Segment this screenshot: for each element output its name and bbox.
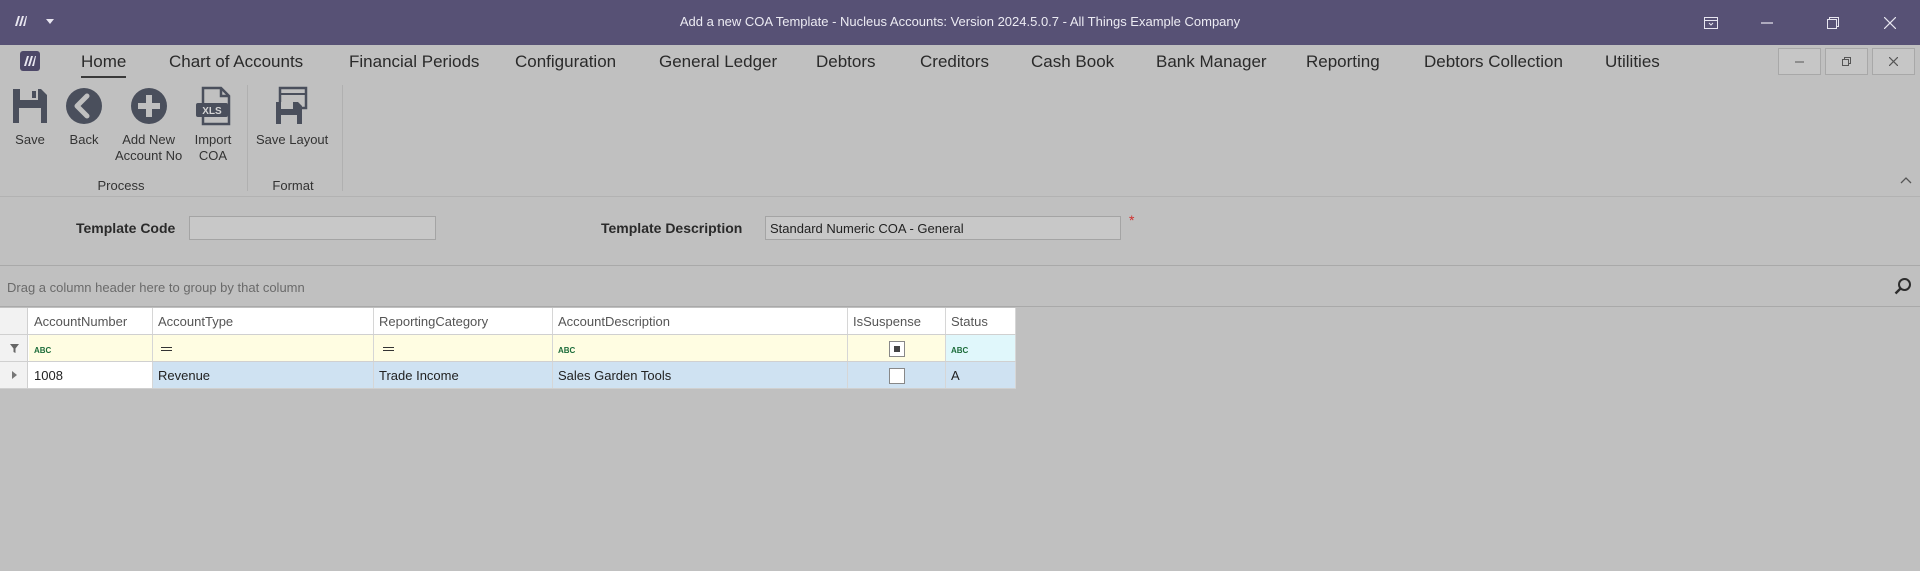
- ribbon-display-icon: [1704, 16, 1718, 29]
- cell-reporting-category[interactable]: Trade Income: [374, 362, 553, 388]
- window-title: Add a new COA Template - Nucleus Account…: [679, 14, 1241, 29]
- template-form: Template Code Template Description *: [0, 198, 1920, 266]
- tab-configuration[interactable]: Configuration: [515, 52, 616, 72]
- filter-equals-icon: [161, 347, 172, 351]
- app-menu-logo-icon[interactable]: [20, 51, 40, 71]
- filter-account-description[interactable]: ABC: [553, 335, 848, 361]
- filter-is-suspense[interactable]: [848, 335, 946, 361]
- is-suspense-checkbox[interactable]: [889, 368, 905, 384]
- title-bar: Add a new COA Template - Nucleus Account…: [0, 0, 1920, 45]
- xls-badge-text: XLS: [202, 106, 222, 117]
- column-header-reporting-category[interactable]: ReportingCategory: [374, 308, 553, 334]
- restore-icon: [1842, 57, 1851, 66]
- minimize-icon: [1795, 61, 1804, 62]
- grid-header-row: AccountNumber AccountType ReportingCateg…: [0, 308, 1016, 335]
- tab-reporting[interactable]: Reporting: [1306, 52, 1380, 72]
- tab-cash-book[interactable]: Cash Book: [1031, 52, 1114, 72]
- column-header-status[interactable]: Status: [946, 308, 1016, 334]
- filter-icon: [10, 344, 19, 353]
- column-header-account-type[interactable]: AccountType: [153, 308, 374, 334]
- cell-account-type[interactable]: Revenue: [153, 362, 374, 388]
- column-header-is-suspense[interactable]: IsSuspense: [848, 308, 946, 334]
- add-new-account-label: Add New Account No: [115, 132, 183, 163]
- save-layout-label: Save Layout: [256, 132, 329, 147]
- restore-button[interactable]: [1805, 0, 1861, 45]
- tab-debtors-collection[interactable]: Debtors Collection: [1424, 52, 1563, 72]
- grid-filter-row: ABC ABC ABC: [0, 335, 1016, 362]
- import-coa-button[interactable]: XLS Import COA: [193, 86, 233, 164]
- tab-creditors[interactable]: Creditors: [920, 52, 989, 72]
- save-layout-button[interactable]: Save Layout: [256, 86, 328, 148]
- filter-contains-icon: ABC: [951, 346, 969, 355]
- process-group-label: Process: [97, 178, 145, 193]
- filter-account-number[interactable]: ABC: [29, 335, 153, 361]
- ribbon-display-options-button[interactable]: [1683, 0, 1739, 45]
- back-label: Back: [69, 132, 99, 147]
- row-indicator-header: [0, 308, 28, 334]
- add-new-account-button[interactable]: Add New Account No: [115, 86, 182, 164]
- xls-file-icon: XLS: [196, 86, 231, 126]
- grid-table: AccountNumber AccountType ReportingCateg…: [0, 308, 1016, 389]
- row-indicator: [0, 362, 28, 388]
- add-circle-icon: [130, 88, 167, 124]
- back-icon: [66, 88, 102, 124]
- search-icon[interactable]: [1894, 277, 1912, 295]
- column-header-account-number[interactable]: AccountNumber: [29, 308, 153, 334]
- collapse-ribbon-icon[interactable]: [1900, 176, 1912, 184]
- tab-general-ledger[interactable]: General Ledger: [659, 52, 777, 72]
- cell-account-number[interactable]: 1008: [29, 362, 153, 388]
- filter-status[interactable]: ABC: [946, 335, 1016, 361]
- required-marker: *: [1129, 212, 1135, 228]
- column-header-account-description[interactable]: AccountDescription: [553, 308, 848, 334]
- minimize-icon: [1761, 21, 1773, 24]
- filter-row-indicator: [0, 335, 28, 361]
- ribbon-group-divider: [342, 85, 343, 191]
- menu-bar: Home Chart of Accounts Financial Periods…: [0, 45, 1920, 79]
- save-label: Save: [15, 132, 45, 147]
- ribbon-group-divider: [247, 85, 248, 191]
- group-by-hint: Drag a column header here to group by th…: [7, 280, 305, 295]
- cell-is-suspense[interactable]: [848, 362, 946, 388]
- format-group-label: Format: [272, 178, 314, 193]
- filter-reporting-category[interactable]: [374, 335, 553, 361]
- row-pointer-icon: [12, 371, 17, 379]
- cell-status[interactable]: A: [946, 362, 1016, 388]
- child-restore-button[interactable]: [1825, 48, 1868, 75]
- accounts-grid: AccountNumber AccountType ReportingCateg…: [0, 308, 1920, 571]
- close-icon: [1884, 16, 1896, 29]
- template-description-label: Template Description: [601, 220, 743, 236]
- cell-account-description[interactable]: Sales Garden Tools: [553, 362, 848, 388]
- back-button[interactable]: Back: [64, 86, 104, 148]
- filter-contains-icon: ABC: [558, 346, 576, 355]
- template-description-input[interactable]: [765, 216, 1121, 240]
- save-icon: [13, 89, 47, 123]
- import-coa-label: Import COA: [194, 132, 232, 163]
- child-minimize-button[interactable]: [1778, 48, 1821, 75]
- restore-icon: [1827, 16, 1839, 29]
- filter-contains-icon: ABC: [34, 346, 52, 355]
- tab-utilities[interactable]: Utilities: [1605, 52, 1660, 72]
- tab-home[interactable]: Home: [81, 52, 127, 78]
- child-close-button[interactable]: [1872, 48, 1915, 75]
- filter-checkbox-indeterminate[interactable]: [889, 341, 905, 357]
- save-layout-icon: [276, 86, 308, 124]
- table-row[interactable]: 1008 Revenue Trade Income Sales Garden T…: [0, 362, 1016, 389]
- ribbon: Save Back Add New Account No XLS Import …: [0, 79, 1920, 197]
- close-button[interactable]: [1862, 0, 1918, 45]
- group-by-panel[interactable]: Drag a column header here to group by th…: [0, 267, 1920, 307]
- tab-financial-periods[interactable]: Financial Periods: [349, 52, 479, 72]
- tab-chart-of-accounts[interactable]: Chart of Accounts: [169, 52, 303, 72]
- filter-account-type[interactable]: [153, 335, 374, 361]
- template-code-label: Template Code: [76, 220, 176, 236]
- minimize-button[interactable]: [1739, 0, 1795, 45]
- filter-equals-icon: [383, 347, 394, 351]
- close-icon: [1889, 57, 1898, 66]
- tab-bank-manager[interactable]: Bank Manager: [1156, 52, 1267, 72]
- tab-debtors[interactable]: Debtors: [816, 52, 876, 72]
- save-button[interactable]: Save: [10, 86, 50, 148]
- template-code-input[interactable]: [189, 216, 436, 240]
